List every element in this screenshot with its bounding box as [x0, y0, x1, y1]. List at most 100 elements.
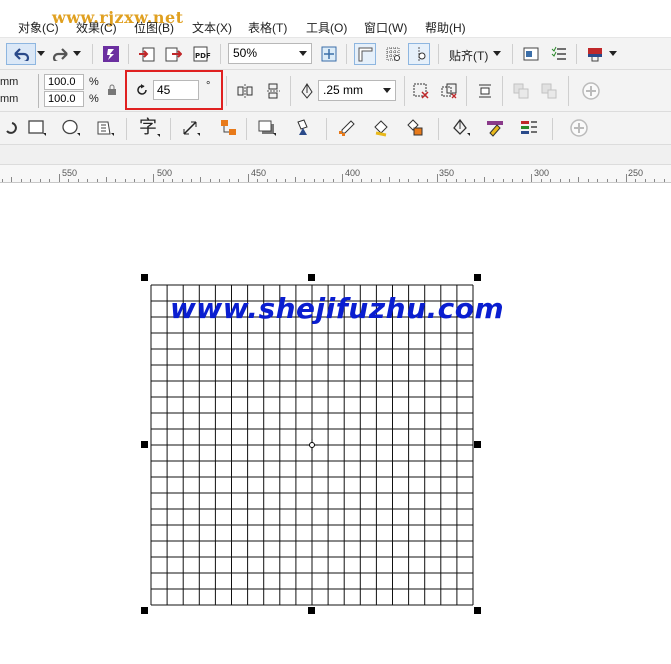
interactive-fill-tool[interactable]: [370, 117, 392, 139]
add-property-button[interactable]: [580, 80, 602, 102]
show-grid-button[interactable]: [382, 43, 404, 65]
artistic-media-tool[interactable]: [0, 117, 22, 139]
dimension-tool[interactable]: [180, 117, 202, 139]
ruler-tick: [456, 179, 457, 182]
selection-handle-bottom[interactable]: [308, 607, 315, 614]
menu-tools[interactable]: 工具(O): [306, 19, 347, 36]
ruler-label: 350: [439, 168, 455, 178]
fit-view-icon: [321, 46, 337, 62]
selection-handle-right[interactable]: [474, 441, 481, 448]
drop-shadow-tool[interactable]: [256, 117, 278, 139]
ruler-tick: [314, 179, 315, 182]
wrap-text-button[interactable]: [410, 80, 432, 102]
redo-button[interactable]: [50, 43, 72, 65]
chevron-down-icon: [299, 51, 307, 56]
redo-dropdown[interactable]: [72, 43, 82, 65]
drawing-canvas[interactable]: www.shejifuzhu.com: [0, 184, 671, 664]
connector-icon: [221, 120, 236, 135]
menu-object[interactable]: 对象(C): [18, 19, 59, 36]
rotation-center-icon[interactable]: [306, 439, 318, 451]
launcher-dropdown[interactable]: [608, 43, 618, 65]
lock-ratio-button[interactable]: [104, 82, 120, 98]
combine-button[interactable]: [438, 80, 460, 102]
ruler-tick: [427, 179, 428, 182]
ungroup-icon: [541, 83, 557, 99]
selection-handle-bottom-left[interactable]: [141, 607, 148, 614]
import-button[interactable]: [136, 43, 158, 65]
undo-dropdown[interactable]: [36, 43, 46, 65]
outline-tool[interactable]: [450, 117, 472, 139]
show-guidelines-button[interactable]: [408, 43, 430, 65]
website-overlay-text: www.shejifuzhu.com: [170, 292, 505, 325]
ruler-tick: [182, 179, 183, 182]
publish-pdf-button[interactable]: PDF: [190, 43, 212, 65]
outline-width-select[interactable]: .25 mm: [318, 80, 396, 101]
selection-handle-top[interactable]: [308, 274, 315, 281]
align-distribute-button[interactable]: [474, 80, 496, 102]
ruler-tick: [578, 177, 579, 182]
pen-nib-icon: [301, 83, 313, 99]
rectangle-tool[interactable]: [26, 117, 48, 139]
snap-to-menu[interactable]: 贴齐(T): [449, 47, 488, 64]
undo-button[interactable]: [6, 43, 36, 65]
connector-tool[interactable]: [218, 117, 240, 139]
smart-fill-tool[interactable]: [404, 117, 426, 139]
eyedropper-tool[interactable]: [336, 117, 358, 139]
ungroup-button[interactable]: [538, 80, 560, 102]
selection-handle-top-left[interactable]: [141, 274, 148, 281]
color-edit-icon: [487, 121, 503, 137]
export-icon: [165, 47, 182, 62]
group-button[interactable]: [510, 80, 532, 102]
outline-pen-button[interactable]: [296, 80, 318, 102]
add-tool-button[interactable]: [568, 117, 590, 139]
menu-text[interactable]: 文本(X): [192, 19, 232, 36]
ruler-tick: [295, 177, 296, 182]
ruler-tick: [78, 179, 79, 182]
selection-handle-top-right[interactable]: [474, 274, 481, 281]
menu-help[interactable]: 帮助(H): [425, 19, 466, 36]
welcome-icon: [523, 47, 539, 61]
ruler-tick: [437, 174, 438, 182]
grid-icon: [386, 47, 400, 61]
mirror-vertical-button[interactable]: [262, 80, 284, 102]
mirror-horizontal-button[interactable]: [234, 80, 256, 102]
guidelines-icon: [418, 47, 426, 61]
menu-bitmap[interactable]: 位图(B): [134, 19, 174, 36]
width-unit: mm: [0, 76, 19, 88]
show-rulers-button[interactable]: [354, 43, 376, 65]
ruler-tick: [134, 179, 135, 182]
export-button[interactable]: [162, 43, 184, 65]
transparency-tool[interactable]: [292, 117, 314, 139]
ruler-tick: [219, 179, 220, 182]
ruler-label: 250: [628, 168, 644, 178]
selection-handle-bottom-right[interactable]: [474, 607, 481, 614]
scale-x-input[interactable]: 100.0: [44, 74, 84, 90]
color-docker-button[interactable]: [484, 117, 506, 139]
options-button[interactable]: [548, 43, 570, 65]
snap-dropdown[interactable]: [492, 43, 502, 65]
ruler-tick: [172, 179, 173, 182]
zoom-level-select[interactable]: 50%: [228, 43, 312, 64]
ruler-tick: [446, 179, 447, 182]
full-screen-preview-button[interactable]: [318, 43, 340, 65]
ruler-tick: [323, 179, 324, 182]
application-launcher-button[interactable]: [584, 43, 606, 65]
transparency-icon: [297, 119, 308, 135]
ellipse-tool[interactable]: [60, 117, 82, 139]
scale-y-input[interactable]: 100.0: [44, 91, 84, 107]
eyedropper-icon: [339, 120, 355, 136]
ruler-tick: [106, 177, 107, 182]
menu-table[interactable]: 表格(T): [248, 19, 287, 36]
text-tool[interactable]: 字: [136, 116, 162, 138]
ruler-tick: [645, 179, 646, 182]
polygon-tool[interactable]: [94, 117, 116, 139]
grid-object[interactable]: [0, 184, 671, 664]
ruler-tick: [125, 179, 126, 182]
selection-handle-left[interactable]: [141, 441, 148, 448]
menu-effects[interactable]: 效果(C): [76, 19, 117, 36]
welcome-screen-button[interactable]: [520, 43, 542, 65]
horizontal-ruler[interactable]: 550 500 450 400 350 300 250: [0, 165, 671, 183]
object-properties-button[interactable]: [518, 117, 540, 139]
corel-launch-button[interactable]: [100, 43, 122, 65]
menu-window[interactable]: 窗口(W): [364, 19, 407, 36]
